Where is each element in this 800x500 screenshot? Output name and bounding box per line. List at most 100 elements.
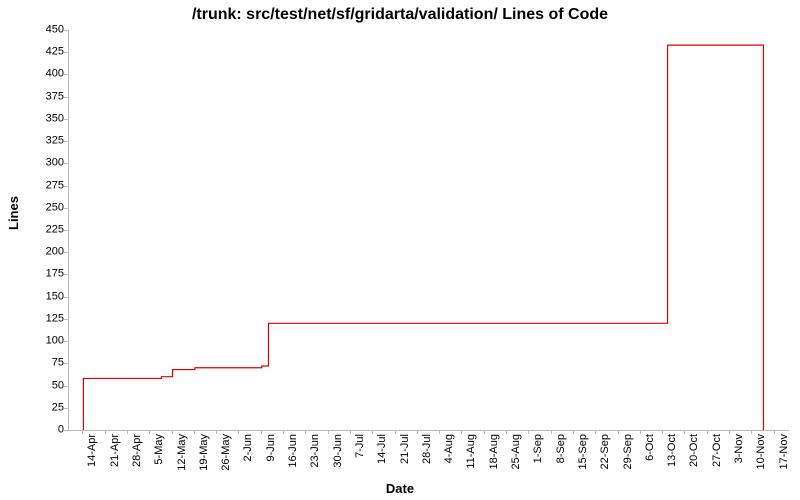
y-tick-mark: [64, 186, 68, 187]
y-tick-mark: [64, 52, 68, 53]
x-tick-label: 12-May: [176, 434, 188, 471]
x-tick-label: 29-Sep: [622, 434, 634, 469]
x-tick-label: 14-Jul: [376, 434, 388, 464]
x-tick-mark: [528, 430, 529, 434]
x-tick-label: 21-Jul: [399, 434, 411, 464]
y-axis-label: Lines: [6, 196, 21, 230]
x-tick-mark: [283, 430, 284, 434]
y-tick-label: 400: [24, 69, 64, 80]
x-tick-label: 11-Aug: [465, 434, 477, 469]
y-tick-mark: [64, 408, 68, 409]
y-tick-label: 75: [24, 358, 64, 369]
y-tick-label: 0: [24, 425, 64, 436]
y-tick-mark: [64, 386, 68, 387]
y-tick-mark: [64, 208, 68, 209]
y-tick-label: 175: [24, 269, 64, 280]
x-tick-label: 16-Jun: [287, 434, 299, 468]
data-line: [69, 30, 789, 430]
y-tick-label: 200: [24, 247, 64, 258]
y-tick-mark: [64, 252, 68, 253]
x-tick-label: 27-Oct: [711, 434, 723, 467]
x-tick-label: 1-Sep: [532, 434, 544, 463]
x-tick-label: 17-Nov: [778, 434, 790, 469]
y-tick-mark: [64, 141, 68, 142]
x-tick-mark: [774, 430, 775, 434]
x-tick-mark: [238, 430, 239, 434]
x-tick-label: 30-Jun: [332, 434, 344, 468]
x-tick-mark: [751, 430, 752, 434]
x-tick-mark: [684, 430, 685, 434]
x-tick-mark: [484, 430, 485, 434]
x-tick-mark: [573, 430, 574, 434]
y-tick-label: 375: [24, 91, 64, 102]
x-tick-mark: [595, 430, 596, 434]
x-tick-label: 2-Jun: [242, 434, 254, 462]
x-tick-mark: [707, 430, 708, 434]
x-tick-label: 5-May: [153, 434, 165, 465]
y-tick-mark: [64, 30, 68, 31]
y-tick-label: 125: [24, 313, 64, 324]
y-tick-label: 250: [24, 202, 64, 213]
x-tick-label: 25-Aug: [510, 434, 522, 469]
x-tick-mark: [439, 430, 440, 434]
y-tick-label: 25: [24, 402, 64, 413]
chart-title: /trunk: src/test/net/sf/gridarta/validat…: [0, 6, 800, 24]
x-tick-mark: [216, 430, 217, 434]
x-tick-mark: [194, 430, 195, 434]
x-tick-label: 7-Jul: [354, 434, 366, 458]
y-tick-mark: [64, 363, 68, 364]
x-tick-mark: [461, 430, 462, 434]
y-tick-mark: [64, 319, 68, 320]
x-tick-label: 26-May: [220, 434, 232, 471]
x-tick-label: 15-Sep: [577, 434, 589, 469]
x-tick-mark: [729, 430, 730, 434]
x-tick-label: 8-Sep: [555, 434, 567, 463]
x-tick-mark: [105, 430, 106, 434]
x-tick-mark: [506, 430, 507, 434]
y-tick-mark: [64, 230, 68, 231]
y-tick-label: 300: [24, 158, 64, 169]
x-tick-label: 28-Apr: [131, 434, 143, 467]
y-tick-mark: [64, 163, 68, 164]
x-tick-mark: [82, 430, 83, 434]
y-tick-label: 275: [24, 180, 64, 191]
x-tick-mark: [372, 430, 373, 434]
x-tick-label: 18-Aug: [488, 434, 500, 469]
y-tick-label: 50: [24, 380, 64, 391]
x-tick-mark: [395, 430, 396, 434]
y-tick-mark: [64, 297, 68, 298]
x-tick-label: 6-Oct: [644, 434, 656, 461]
y-tick-mark: [64, 119, 68, 120]
x-tick-label: 9-Jun: [265, 434, 277, 462]
y-tick-label: 350: [24, 113, 64, 124]
plot-area: [68, 30, 789, 431]
x-tick-label: 10-Nov: [755, 434, 767, 469]
x-tick-mark: [640, 430, 641, 434]
loc-chart: /trunk: src/test/net/sf/gridarta/validat…: [0, 0, 800, 500]
x-tick-mark: [328, 430, 329, 434]
y-tick-label: 450: [24, 25, 64, 36]
x-tick-label: 13-Oct: [666, 434, 678, 467]
y-tick-mark: [64, 274, 68, 275]
x-tick-label: 21-Apr: [109, 434, 121, 467]
y-tick-label: 100: [24, 336, 64, 347]
y-tick-mark: [64, 430, 68, 431]
x-tick-mark: [305, 430, 306, 434]
x-tick-label: 20-Oct: [688, 434, 700, 467]
x-tick-mark: [350, 430, 351, 434]
x-tick-label: 19-May: [198, 434, 210, 471]
x-tick-mark: [127, 430, 128, 434]
x-tick-label: 22-Sep: [599, 434, 611, 469]
y-tick-label: 425: [24, 47, 64, 58]
x-tick-label: 28-Jul: [421, 434, 433, 464]
x-tick-mark: [172, 430, 173, 434]
x-tick-mark: [149, 430, 150, 434]
x-tick-label: 23-Jun: [309, 434, 321, 468]
x-tick-label: 4-Aug: [443, 434, 455, 463]
x-axis-label: Date: [0, 481, 800, 496]
x-tick-label: 14-Apr: [86, 434, 98, 467]
x-tick-mark: [261, 430, 262, 434]
x-tick-mark: [551, 430, 552, 434]
x-tick-mark: [417, 430, 418, 434]
y-tick-mark: [64, 74, 68, 75]
